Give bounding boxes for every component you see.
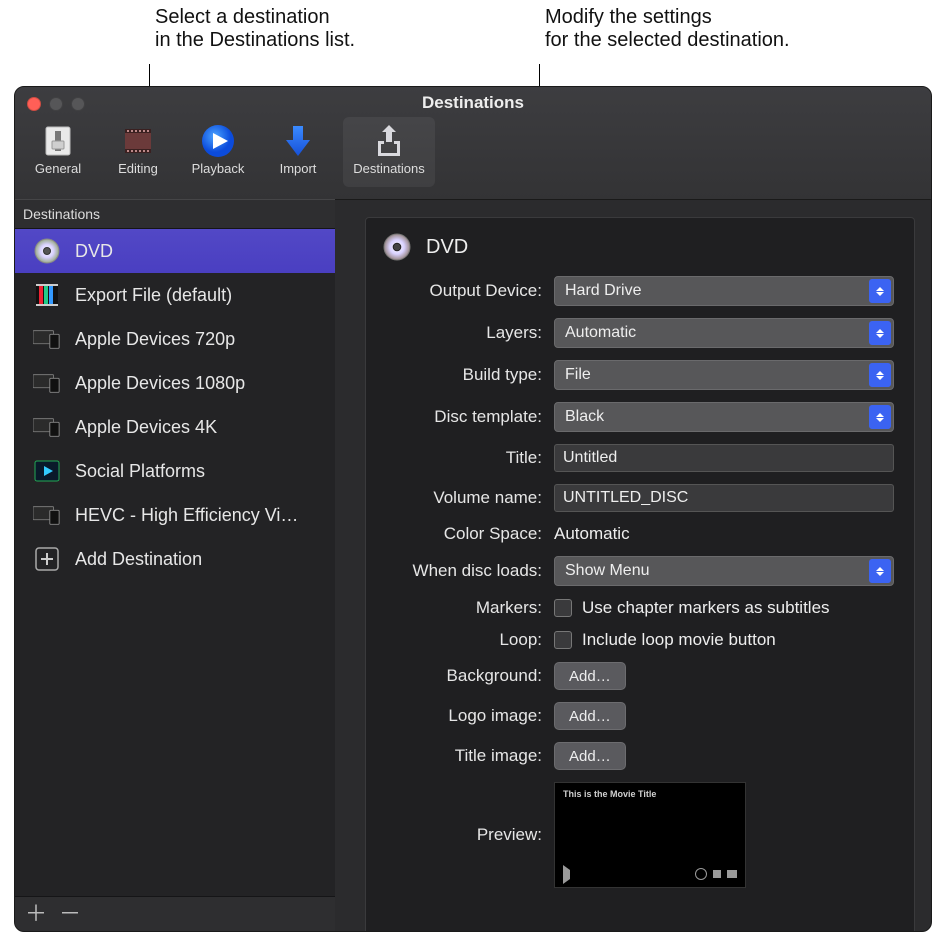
sidebar-item-label: Export File (default)	[75, 285, 232, 306]
label-volume-name: Volume name:	[433, 488, 542, 508]
disc-icon	[33, 237, 61, 265]
sidebar-item-label: DVD	[75, 241, 113, 262]
titlebar: Destinations General	[15, 87, 931, 200]
button-add-background[interactable]: Add…	[554, 662, 626, 690]
label-logo-image: Logo image:	[448, 706, 542, 726]
checkbox-icon	[554, 599, 572, 617]
panel-header: DVD	[382, 232, 898, 262]
stop-icon	[713, 870, 721, 878]
sidebar-item-label: Add Destination	[75, 549, 202, 570]
preview-title-text: This is the Movie Title	[563, 789, 656, 799]
label-markers: Markers:	[476, 598, 542, 618]
toolbar-general[interactable]: General	[23, 117, 93, 187]
label-build-type: Build type:	[463, 365, 542, 385]
label-loop: Loop:	[499, 630, 542, 650]
callout-left: Select a destination in the Destinations…	[155, 6, 515, 52]
input-title[interactable]: Untitled	[554, 444, 894, 472]
label-background: Background:	[447, 666, 542, 686]
panel-title: DVD	[426, 236, 468, 259]
play-circle-icon	[196, 121, 240, 161]
sidebar-item-label: Social Platforms	[75, 461, 205, 482]
share-box-icon	[367, 121, 411, 161]
preview-thumbnail: This is the Movie Title	[554, 782, 746, 888]
preferences-window: Destinations General	[14, 86, 932, 932]
remove-destination-button[interactable]: －	[59, 903, 81, 925]
devices-icon	[33, 501, 61, 529]
button-add-logo[interactable]: Add…	[554, 702, 626, 730]
chevron-updown-icon	[869, 405, 891, 429]
settings-panel: DVD Output Device: Hard Drive Layers: Au…	[335, 199, 931, 931]
sidebar-footer: ＋ －	[15, 896, 335, 931]
checkbox-loop[interactable]: Include loop movie button	[554, 630, 894, 650]
label-disc-template: Disc template:	[434, 407, 542, 427]
sidebar-header: Destinations	[15, 199, 335, 229]
label-layers: Layers:	[486, 323, 542, 343]
label-title: Title:	[506, 448, 542, 468]
sidebar-item-label: Apple Devices 4K	[75, 417, 217, 438]
filmstrip-icon	[116, 121, 160, 161]
select-output-device[interactable]: Hard Drive	[554, 276, 894, 306]
window-title: Destinations	[15, 93, 931, 113]
play-icon	[563, 865, 579, 884]
value-color-space: Automatic	[554, 524, 894, 544]
sidebar-item-label: Apple Devices 720p	[75, 329, 235, 350]
sidebar-item-social[interactable]: Social Platforms	[15, 449, 335, 493]
filmstrip-color-icon	[33, 281, 61, 309]
slider-icon	[36, 121, 80, 161]
sidebar-item-hevc[interactable]: HEVC - High Efficiency Vi…	[15, 493, 335, 537]
devices-icon	[33, 369, 61, 397]
checkbox-icon	[554, 631, 572, 649]
sidebar-item-apple-720p[interactable]: Apple Devices 720p	[15, 317, 335, 361]
sidebar-item-label: Apple Devices 1080p	[75, 373, 245, 394]
label-preview: Preview:	[477, 825, 542, 845]
input-volume-name[interactable]: UNTITLED_DISC	[554, 484, 894, 512]
add-destination-button[interactable]: ＋	[25, 903, 47, 925]
label-output-device: Output Device:	[430, 281, 542, 301]
sidebar-item-label: HEVC - High Efficiency Vi…	[75, 505, 298, 526]
toolbar-playback[interactable]: Playback	[183, 117, 253, 187]
preview-controls	[563, 867, 737, 881]
download-arrow-icon	[276, 121, 320, 161]
sidebar-item-apple-1080p[interactable]: Apple Devices 1080p	[15, 361, 335, 405]
toolbar-import[interactable]: Import	[263, 117, 333, 187]
sidebar-item-apple-4k[interactable]: Apple Devices 4K	[15, 405, 335, 449]
button-add-title-image[interactable]: Add…	[554, 742, 626, 770]
social-icon	[33, 457, 61, 485]
plus-box-icon	[33, 545, 61, 573]
chevron-updown-icon	[869, 363, 891, 387]
chevron-updown-icon	[869, 321, 891, 345]
chevron-updown-icon	[869, 279, 891, 303]
select-disc-template[interactable]: Black	[554, 402, 894, 432]
label-color-space: Color Space:	[444, 524, 542, 544]
chevron-updown-icon	[869, 559, 891, 583]
menu-icon	[727, 870, 737, 878]
sidebar-item-export-file[interactable]: Export File (default)	[15, 273, 335, 317]
devices-icon	[33, 325, 61, 353]
label-when-disc-loads: When disc loads:	[413, 561, 542, 581]
preferences-toolbar: General Editing	[23, 117, 435, 187]
toolbar-editing[interactable]: Editing	[103, 117, 173, 187]
toolbar-destinations[interactable]: Destinations	[343, 117, 435, 187]
select-build-type[interactable]: File	[554, 360, 894, 390]
select-layers[interactable]: Automatic	[554, 318, 894, 348]
destinations-sidebar: Destinations DVD Export File (default)	[15, 199, 335, 931]
callout-right: Modify the settings for the selected des…	[545, 6, 925, 52]
annotation-callouts: Select a destination in the Destinations…	[0, 6, 944, 86]
sidebar-item-dvd[interactable]: DVD	[15, 229, 335, 273]
disc-icon	[382, 232, 412, 262]
checkbox-markers[interactable]: Use chapter markers as subtitles	[554, 598, 894, 618]
label-title-image: Title image:	[455, 746, 542, 766]
sidebar-item-add-destination[interactable]: Add Destination	[15, 537, 335, 581]
devices-icon	[33, 413, 61, 441]
sidebar-list: DVD Export File (default) Apple Devices …	[15, 229, 335, 896]
select-when-disc-loads[interactable]: Show Menu	[554, 556, 894, 586]
loop-icon	[695, 868, 707, 880]
